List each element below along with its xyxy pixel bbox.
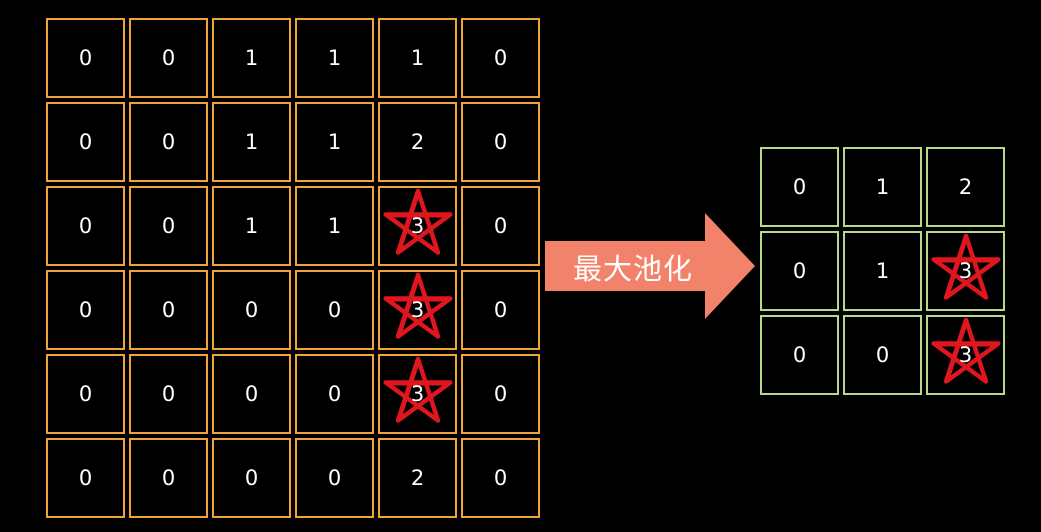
output-grid-cell-value: 2 [958,175,973,199]
input-grid-cell: 0 [461,186,540,266]
input-grid-cell-value: 0 [244,382,259,406]
input-grid-cell-value: 2 [410,130,425,154]
input-grid-cell: 0 [295,354,374,434]
input-grid-cell: 0 [129,354,208,434]
input-grid-cell-value: 0 [78,382,93,406]
input-grid-cell: 2 [378,438,457,518]
input-grid-cell: 1 [212,102,291,182]
input-grid-cell-value: 0 [78,46,93,70]
input-grid-cell-value: 1 [410,46,425,70]
output-grid-cell: 0 [760,231,839,311]
input-grid-cell: 2 [378,102,457,182]
input-grid-cell-value: 0 [493,382,508,406]
input-grid-cell-value: 0 [493,298,508,322]
input-grid-cell-value: 0 [78,214,93,238]
input-grid-cell-value: 0 [161,130,176,154]
input-grid-cell: 0 [461,270,540,350]
input-grid-cell: 0 [129,102,208,182]
output-grid-cell: 0 [760,147,839,227]
input-grid-cell-value: 1 [244,46,259,70]
input-grid-cell: 1 [295,18,374,98]
input-grid-cell: 0 [46,18,125,98]
input-grid-cell-value: 3 [410,214,425,238]
input-grid-cell-value: 1 [244,130,259,154]
input-grid-cell: 0 [46,438,125,518]
input-grid-cell: 0 [46,102,125,182]
input-grid-cell: 0 [212,354,291,434]
input-grid-cell-value: 0 [493,130,508,154]
output-grid-cell: 0 [760,315,839,395]
input-grid-cell-value: 0 [493,46,508,70]
input-grid-cell: 0 [212,438,291,518]
input-grid-cell-value: 0 [327,298,342,322]
input-grid-cell: 0 [129,438,208,518]
input-grid-cell-value: 2 [410,466,425,490]
input-grid-cell: 0 [129,18,208,98]
output-grid-cell: 1 [843,147,922,227]
input-grid-cell-value: 1 [327,214,342,238]
input-grid-cell-value: 0 [493,466,508,490]
input-grid-cell-value: 0 [78,130,93,154]
input-grid-cell: 1 [212,18,291,98]
input-grid-cell-value: 1 [244,214,259,238]
input-grid-cell: 1 [295,102,374,182]
input-grid-cell-value: 0 [161,298,176,322]
input-grid-cell: 0 [295,438,374,518]
input-grid-cell: 0 [46,186,125,266]
input-grid-cell: 0 [212,270,291,350]
input-grid-cell: 0 [129,186,208,266]
input-grid-cell: 0 [461,18,540,98]
output-grid-cell-value: 3 [958,259,973,283]
input-grid-cell-value: 1 [327,46,342,70]
input-grid-cell-value: 0 [327,466,342,490]
input-grid-cell-value: 0 [78,298,93,322]
input-grid-cell: 1 [378,18,457,98]
input-grid-cell-value: 0 [244,298,259,322]
input-grid-cell: 0 [461,438,540,518]
input-grid-cell: 0 [129,270,208,350]
output-grid-cell: 2 [926,147,1005,227]
output-grid-cell: 3 [926,231,1005,311]
output-grid-cell: 0 [843,315,922,395]
input-grid-cell-value: 0 [161,46,176,70]
input-grid-cell-value: 0 [244,466,259,490]
output-grid-cell-value: 3 [958,343,973,367]
input-grid-cell-value: 1 [327,130,342,154]
input-grid-cell: 3 [378,270,457,350]
output-grid-cell-value: 0 [792,259,807,283]
input-grid-cell: 0 [461,354,540,434]
input-grid-cell-value: 3 [410,382,425,406]
output-grid-cell: 1 [843,231,922,311]
input-grid-cell-value: 3 [410,298,425,322]
output-grid-cell: 3 [926,315,1005,395]
input-grid-cell: 3 [378,186,457,266]
input-grid-cell-value: 0 [161,382,176,406]
output-grid-cell-value: 0 [875,343,890,367]
output-grid-cell-value: 1 [875,175,890,199]
output-grid-cell-value: 1 [875,259,890,283]
input-grid-cell-value: 0 [493,214,508,238]
input-grid-cell: 0 [295,270,374,350]
input-grid-cell: 0 [461,102,540,182]
input-grid-cell-value: 0 [161,466,176,490]
input-grid-cell: 0 [46,354,125,434]
input-grid-cell: 0 [46,270,125,350]
input-grid-cell: 1 [295,186,374,266]
input-grid-cell-value: 0 [327,382,342,406]
output-grid-cell-value: 0 [792,343,807,367]
input-grid-cell: 1 [212,186,291,266]
input-grid-cell-value: 0 [161,214,176,238]
input-grid-cell-value: 0 [78,466,93,490]
input-grid-cell: 3 [378,354,457,434]
output-grid-cell-value: 0 [792,175,807,199]
max-pooling-label: 最大池化 [572,252,693,286]
